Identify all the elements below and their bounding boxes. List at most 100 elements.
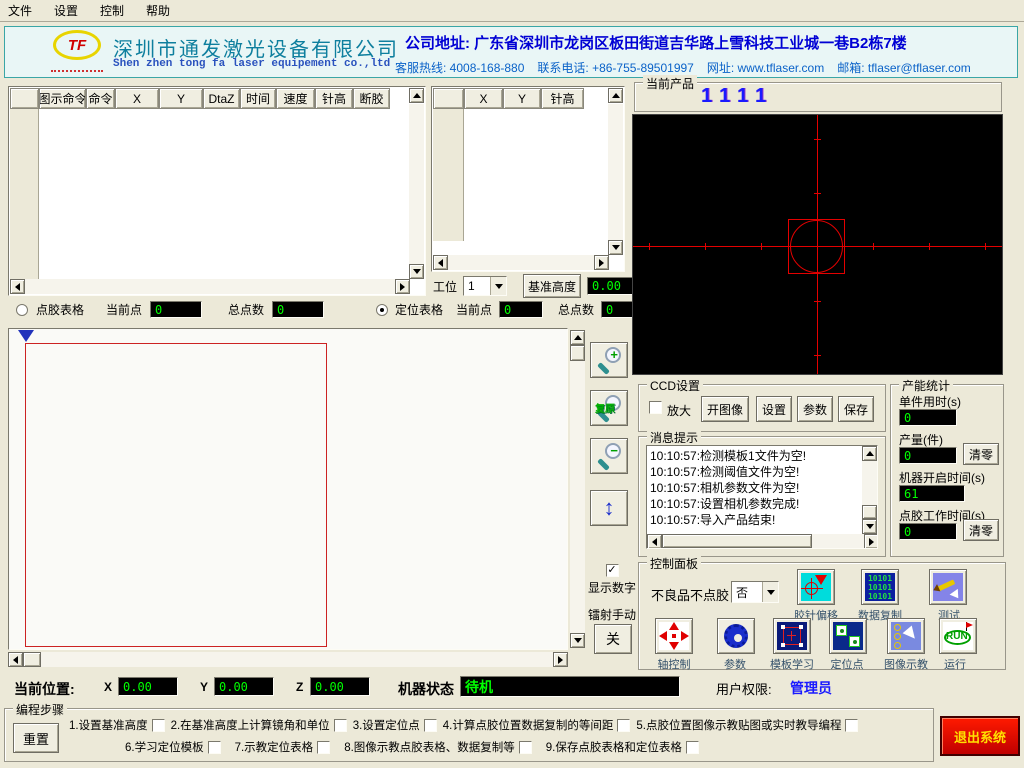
unit-time-label: 单件用时(s) [899, 393, 961, 410]
scroll-left-icon[interactable] [647, 534, 662, 549]
scroll-left-icon[interactable] [10, 279, 25, 294]
logo-tf-text: TF [68, 37, 86, 54]
step-checkbox[interactable] [617, 719, 630, 732]
col-speed[interactable]: 速度 [276, 88, 315, 109]
control-panel-title: 控制面板 [647, 555, 701, 572]
zoom-out-button[interactable]: − [590, 438, 628, 474]
drawing-canvas[interactable] [8, 328, 568, 650]
scroll-down-icon[interactable] [409, 264, 424, 279]
dispense-footer: 点胶表格 当前点 0 总点数 0 [16, 301, 324, 318]
restore-view-button[interactable]: 复原 [590, 390, 628, 426]
camera-view[interactable] [632, 114, 1003, 375]
menu-control[interactable]: 控制 [100, 2, 124, 19]
image-teach-button[interactable] [887, 618, 925, 654]
base-height-button[interactable]: 基准高度 [523, 274, 581, 298]
col-cmd[interactable]: 命令 [86, 88, 115, 109]
locate-total-label: 总点数 [558, 301, 594, 318]
scroll-up-icon[interactable] [862, 446, 877, 461]
v-scrollbar[interactable] [409, 104, 424, 264]
website: 网址: www.tflaser.com [707, 59, 824, 76]
col-y[interactable]: Y [159, 88, 203, 109]
chevron-down-icon[interactable] [762, 582, 778, 602]
z-label: Z [296, 680, 303, 694]
reset-button[interactable]: 重置 [13, 723, 59, 753]
work-time-clear-button[interactable]: 清零 [963, 519, 999, 541]
step-checkbox[interactable] [317, 741, 330, 754]
h-scrollbar[interactable] [10, 279, 410, 294]
col-break[interactable]: 断胶 [353, 88, 390, 109]
scroll-up-icon[interactable] [570, 330, 585, 345]
scroll-right-icon[interactable] [864, 534, 878, 549]
scroll-left-icon[interactable] [433, 255, 448, 270]
col-select[interactable] [10, 88, 39, 109]
needle-offset-button[interactable] [797, 569, 835, 605]
template-learn-button[interactable] [773, 618, 811, 654]
col-x[interactable]: X [464, 88, 503, 109]
canvas-v-scrollbar[interactable] [570, 330, 585, 648]
col-icon-cmd[interactable]: 图示命令 [39, 88, 86, 109]
menu-settings[interactable]: 设置 [54, 2, 78, 19]
step-checkbox[interactable] [334, 719, 347, 732]
dispense-radio[interactable] [16, 304, 28, 316]
station-dropdown[interactable]: 1 [463, 276, 507, 296]
scroll-down-icon[interactable] [570, 633, 585, 648]
col-x[interactable]: X [115, 88, 159, 109]
scroll-right-icon[interactable] [553, 652, 568, 667]
ccd-magnify-checkbox[interactable] [649, 401, 662, 414]
show-numbers-checkbox[interactable]: ✓ [606, 564, 619, 577]
step-checkbox[interactable] [686, 741, 699, 754]
test-button[interactable] [929, 569, 967, 605]
scroll-left-icon[interactable] [8, 652, 23, 667]
col-time[interactable]: 时间 [240, 88, 276, 109]
ccd-settings-title: CCD设置 [647, 377, 703, 394]
ccd-set-button[interactable]: 设置 [756, 396, 792, 422]
output-clear-button[interactable]: 清零 [963, 443, 999, 465]
step-checkbox[interactable] [424, 719, 437, 732]
ccd-open-image-button[interactable]: 开图像 [701, 396, 749, 422]
v-scrollbar[interactable] [608, 104, 623, 240]
header-band: TF 深圳市通发激光设备有限公司 Shen zhen tong fa laser… [4, 26, 1018, 78]
menu-help[interactable]: 帮助 [146, 2, 170, 19]
defect-skip-dropdown[interactable]: 否 [731, 581, 779, 603]
step-checkbox[interactable] [152, 719, 165, 732]
scroll-down-icon[interactable] [608, 240, 623, 255]
canvas-h-scrollbar[interactable] [8, 652, 568, 667]
message-v-scrollbar[interactable] [862, 446, 877, 534]
work-time-value: 0 [899, 523, 957, 540]
locate-current-label: 当前点 [456, 301, 492, 318]
company-logo: TF [53, 30, 101, 60]
scroll-up-icon[interactable] [409, 88, 424, 103]
laser-manual-toggle-button[interactable]: 关 [594, 624, 632, 654]
h-scrollbar[interactable] [433, 255, 609, 270]
step-checkbox[interactable] [519, 741, 532, 754]
exit-system-button[interactable]: 退出系统 [940, 716, 1020, 756]
run-button[interactable]: RUN [939, 618, 977, 654]
scroll-right-icon[interactable] [395, 279, 410, 294]
pan-view-button[interactable]: ↕ [590, 490, 628, 526]
scroll-right-icon[interactable] [594, 255, 609, 270]
parameters-button[interactable] [717, 618, 755, 654]
col-needle[interactable]: 针高 [315, 88, 353, 109]
col-dtaz[interactable]: DtaZ [203, 88, 240, 109]
ccd-save-button[interactable]: 保存 [838, 396, 874, 422]
station-label: 工位 [433, 278, 457, 295]
scroll-down-icon[interactable] [862, 519, 877, 534]
x-position-value: 0.00 [118, 677, 178, 696]
chevron-down-icon[interactable] [490, 277, 506, 295]
scroll-up-icon[interactable] [608, 88, 623, 103]
col-select[interactable] [433, 88, 464, 109]
axis-control-button[interactable] [655, 618, 693, 654]
locate-point-button[interactable] [829, 618, 867, 654]
message-h-scrollbar[interactable] [647, 534, 878, 548]
locate-radio[interactable] [376, 304, 388, 316]
col-y[interactable]: Y [503, 88, 541, 109]
menu-file[interactable]: 文件 [8, 2, 32, 19]
zoom-in-button[interactable]: + [590, 342, 628, 378]
data-copy-button[interactable]: 10101 10101 10101 [861, 569, 899, 605]
step-checkbox[interactable] [845, 719, 858, 732]
ccd-param-button[interactable]: 参数 [797, 396, 833, 422]
step-checkbox[interactable] [208, 741, 221, 754]
step-item: 8.图像示教点胶表格、数据复制等 [344, 739, 532, 755]
message-list[interactable]: 10:10:57:检测模板1文件为空! 10:10:57:检测阈值文件为空! 1… [646, 445, 878, 549]
col-needle[interactable]: 针高 [541, 88, 584, 109]
